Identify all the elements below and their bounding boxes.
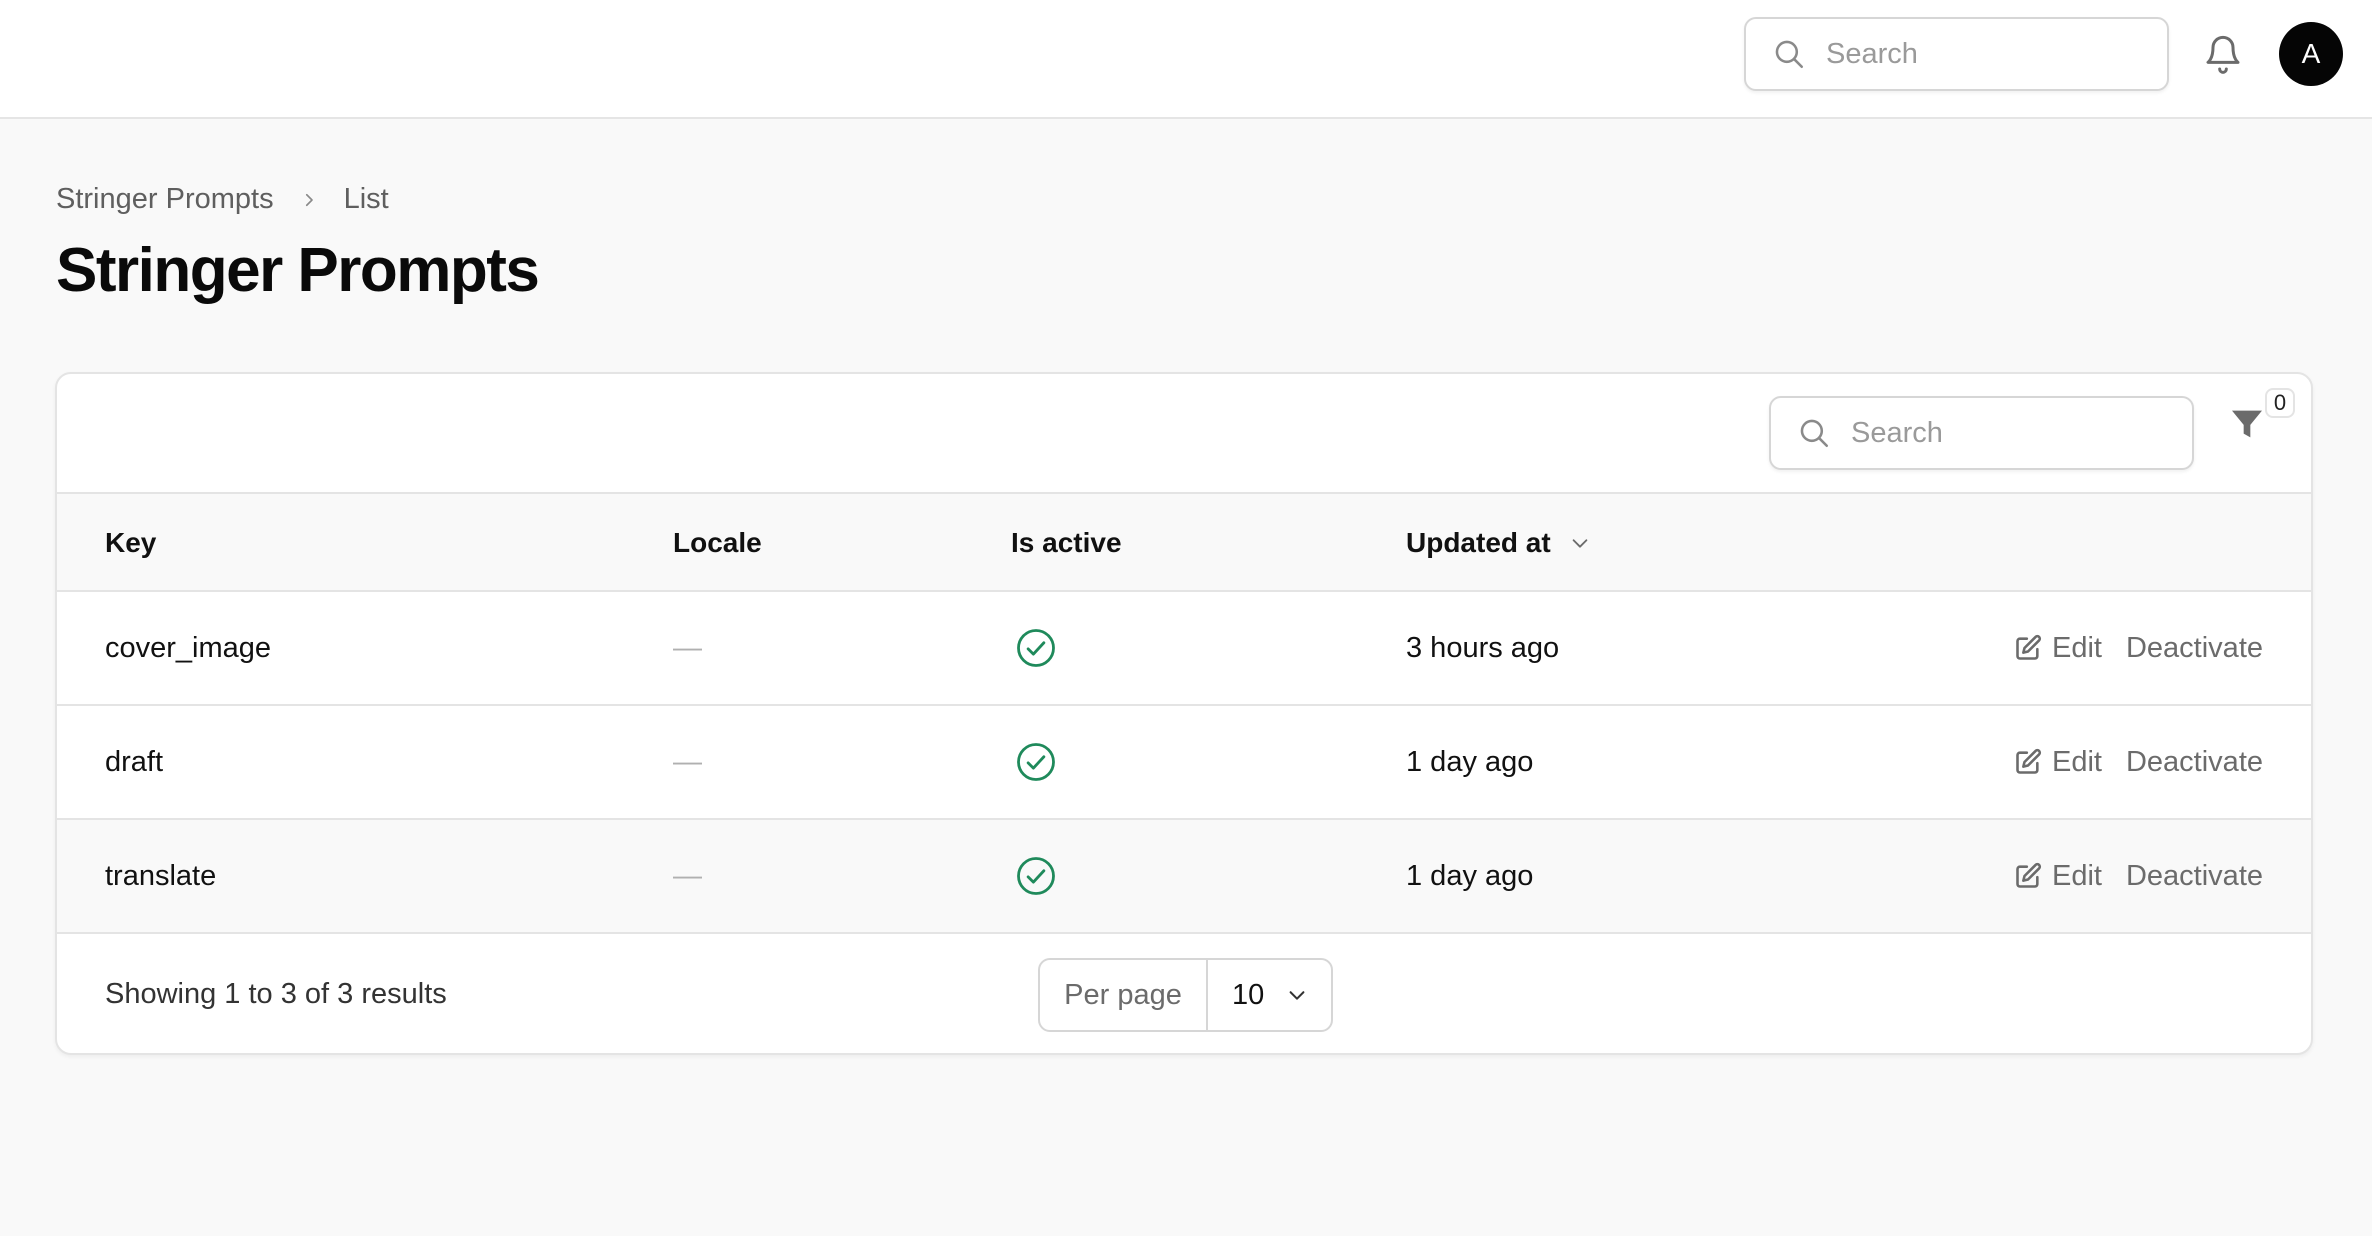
per-page-value: 10	[1232, 978, 1265, 1011]
column-header-locale: Locale	[673, 527, 762, 558]
cell-locale: —	[673, 859, 702, 892]
per-page-control: Per page 10	[1038, 958, 1333, 1032]
filter-count-badge: 0	[2265, 388, 2295, 418]
edit-label: Edit	[2052, 745, 2102, 778]
column-header-key: Key	[105, 527, 157, 558]
table-row: draft — 1 day ago Edit Deactivate	[57, 706, 2311, 820]
deactivate-button[interactable]: Deactivate	[2126, 860, 2263, 893]
cell-updated-at: 1 day ago	[1406, 745, 1534, 778]
table-toolbar: 0	[57, 374, 2311, 494]
cell-key: translate	[105, 859, 217, 892]
edit-pencil-icon	[2016, 862, 2042, 888]
search-icon	[1772, 37, 1806, 71]
table-search-input[interactable]	[1851, 416, 2171, 450]
cell-updated-at: 3 hours ago	[1406, 631, 1560, 664]
global-search-input[interactable]	[1826, 37, 2146, 71]
chevron-right-icon	[300, 191, 318, 209]
cell-key: draft	[105, 745, 164, 778]
breadcrumb: Stringer Prompts List	[56, 183, 389, 216]
deactivate-button[interactable]: Deactivate	[2126, 746, 2263, 779]
cell-updated-at: 1 day ago	[1406, 859, 1534, 892]
notifications-bell-icon[interactable]	[2203, 32, 2243, 76]
row-actions: Edit Deactivate	[2014, 592, 2263, 704]
edit-pencil-icon	[2016, 634, 2042, 660]
chevron-down-icon	[1286, 984, 1308, 1006]
per-page-select[interactable]: 10	[1208, 960, 1331, 1030]
table-row: translate — 1 day ago Edit Deactivate	[57, 820, 2311, 934]
deactivate-button[interactable]: Deactivate	[2126, 632, 2263, 665]
edit-button[interactable]: Edit	[2014, 860, 2102, 893]
edit-button[interactable]: Edit	[2014, 746, 2102, 779]
edit-label: Edit	[2052, 859, 2102, 892]
edit-pencil-icon	[2016, 748, 2042, 774]
results-summary: Showing 1 to 3 of 3 results	[105, 978, 447, 1010]
table-header-row: Key Locale Is active Updated at	[57, 494, 2311, 592]
column-header-is-active: Is active	[1011, 527, 1122, 558]
edit-label: Edit	[2052, 631, 2102, 664]
user-avatar[interactable]: A	[2279, 22, 2343, 86]
table-search[interactable]	[1769, 396, 2194, 470]
active-check-circle-icon	[1015, 592, 1057, 704]
row-actions: Edit Deactivate	[2014, 706, 2263, 818]
breadcrumb-link-stringer-prompts[interactable]: Stringer Prompts	[56, 183, 274, 216]
breadcrumb-current-list: List	[343, 183, 389, 215]
global-search[interactable]	[1744, 17, 2169, 91]
prompts-table-card: 0 Key Locale Is active Updated at cover_…	[55, 372, 2313, 1055]
row-actions: Edit Deactivate	[2014, 820, 2263, 932]
page-title: Stringer Prompts	[56, 236, 540, 305]
cell-locale: —	[673, 745, 702, 778]
search-icon	[1797, 416, 1831, 450]
cell-key: cover_image	[105, 631, 272, 664]
active-check-circle-icon	[1015, 820, 1057, 932]
edit-button[interactable]: Edit	[2014, 632, 2102, 665]
column-header-updated-at-label: Updated at	[1406, 527, 1551, 558]
active-check-circle-icon	[1015, 706, 1057, 818]
per-page-label: Per page	[1040, 960, 1208, 1030]
column-header-updated-at[interactable]: Updated at	[1406, 494, 1591, 592]
top-navigation-bar: A	[0, 0, 2372, 119]
table-footer: Showing 1 to 3 of 3 results Per page 10	[57, 934, 2311, 1053]
sort-chevron-down-icon[interactable]	[1569, 532, 1591, 554]
table-row: cover_image — 3 hours ago Edit Deactivat…	[57, 592, 2311, 706]
cell-locale: —	[673, 631, 702, 664]
